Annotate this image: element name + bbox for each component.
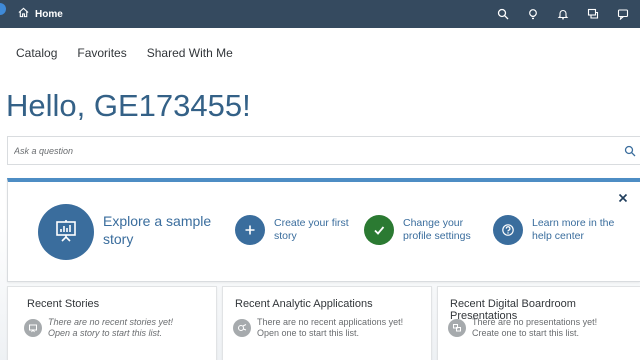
boardroom-icon (448, 319, 466, 337)
card-title: Recent Analytic Applications (235, 298, 373, 310)
ask-question-bar (7, 136, 640, 165)
tab-catalog[interactable]: Catalog (16, 46, 57, 60)
empty-message-line1: There are no presentations yet! (472, 317, 598, 327)
profile-settings-action[interactable]: Change your profile settings (364, 215, 493, 245)
close-icon[interactable] (618, 190, 628, 208)
search-icon[interactable] (624, 144, 636, 162)
check-icon (364, 215, 394, 245)
explore-sample-story-button[interactable] (38, 204, 94, 260)
greeting-title: Hello, GE173455! (6, 88, 251, 123)
search-icon[interactable] (494, 5, 512, 23)
empty-state: There are no recent stories yet! Open a s… (24, 317, 173, 339)
profile-settings-label: Change your profile settings (403, 217, 471, 242)
home-icon (18, 7, 29, 21)
bell-icon[interactable] (554, 5, 572, 23)
recent-stories-card: Recent Stories There are no recent stori… (7, 286, 217, 360)
empty-message-line2: Open a story to start this list. (48, 328, 163, 338)
search-input[interactable] (14, 143, 604, 159)
empty-message-line1: There are no recent stories yet! (48, 317, 174, 327)
presentation-icon (53, 217, 79, 248)
explore-sample-story-link[interactable]: Explore a sample story (103, 212, 233, 248)
create-first-story-action[interactable]: Create your first story (235, 215, 364, 245)
application-icon (233, 319, 251, 337)
story-icon (24, 319, 42, 337)
empty-message-line2: Open one to start this list. (257, 328, 360, 338)
empty-state: There are no recent applications yet! Ope… (233, 317, 403, 339)
empty-message-line2: Create one to start this list. (472, 328, 580, 338)
plus-icon (235, 215, 265, 245)
chat-icon[interactable] (584, 5, 602, 23)
tab-favorites[interactable]: Favorites (77, 46, 126, 60)
welcome-panel: Explore a sample story Create your first… (7, 178, 640, 282)
menu-toggle[interactable] (0, 3, 6, 15)
tab-shared-with-me[interactable]: Shared With Me (147, 46, 233, 60)
card-title: Recent Stories (27, 298, 100, 310)
feedback-icon[interactable] (614, 5, 632, 23)
help-icon (493, 215, 523, 245)
empty-message-line1: There are no recent applications yet! (257, 317, 404, 327)
recent-analytic-applications-card: Recent Analytic Applications There are n… (222, 286, 432, 360)
shell-bar: Home (0, 0, 640, 28)
lightbulb-icon[interactable] (524, 5, 542, 23)
home-label: Home (35, 8, 63, 20)
empty-state: There are no presentations yet! Create on… (448, 317, 597, 339)
help-center-label: Learn more in the help center (532, 217, 615, 242)
create-first-story-label: Create your first story (274, 217, 349, 242)
help-center-action[interactable]: Learn more in the help center (493, 215, 622, 245)
home-button[interactable]: Home (18, 6, 63, 22)
catalog-nav: Catalog Favorites Shared With Me (16, 46, 233, 60)
recent-digital-boardroom-card: Recent Digital Boardroom Presentations T… (437, 286, 640, 360)
